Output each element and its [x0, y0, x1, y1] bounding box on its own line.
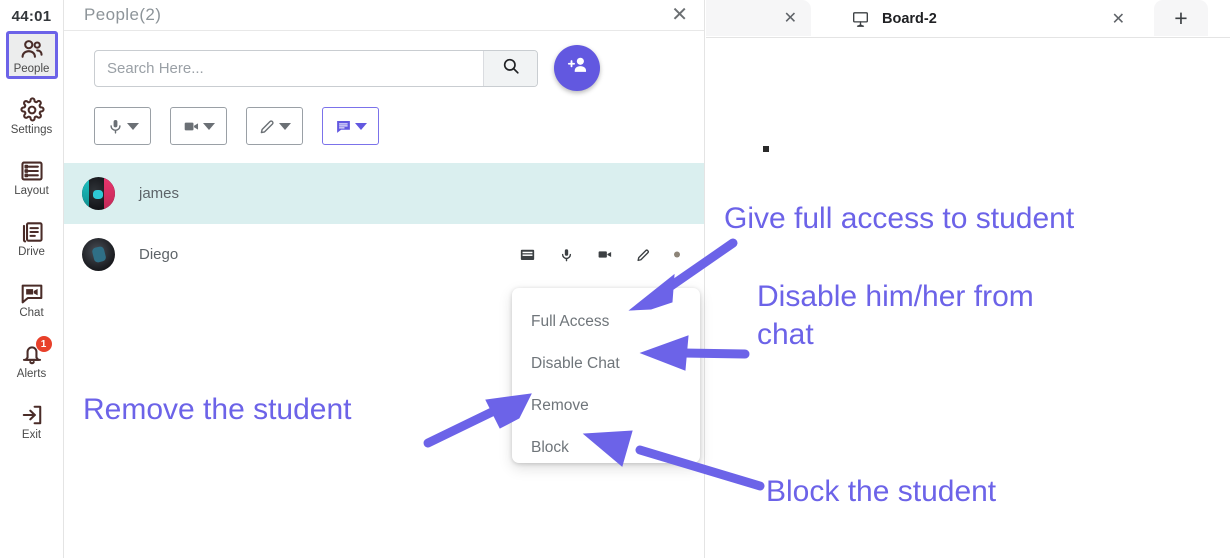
- video-camera-icon[interactable]: [597, 247, 613, 263]
- sidebar-item-label: Settings: [10, 124, 53, 136]
- chat-tool[interactable]: [322, 107, 379, 145]
- chevron-down-icon[interactable]: [354, 122, 367, 130]
- sidebar-item-exit[interactable]: Exit: [6, 397, 58, 445]
- sidebar-item-label: Alerts: [16, 368, 47, 380]
- close-icon[interactable]: ✕: [671, 5, 688, 25]
- people-panel: People(2) ✕ Search Here... james Diego: [64, 0, 705, 558]
- sidebar-item-label: Chat: [19, 307, 44, 319]
- video-tool[interactable]: [170, 107, 227, 145]
- menu-item-remove[interactable]: Remove: [512, 385, 700, 427]
- pencil-tool[interactable]: [246, 107, 303, 145]
- annotation-disable-chat: Disable him/her from chat: [757, 280, 1034, 352]
- sidebar-item-label: Exit: [21, 429, 42, 441]
- add-person-icon: [566, 54, 589, 82]
- app-root: 44:01 People Settings Layout Drive Chat …: [0, 0, 1230, 558]
- left-sidebar: 44:01 People Settings Layout Drive Chat …: [0, 0, 64, 558]
- sidebar-item-alerts[interactable]: 1 Alerts: [6, 336, 58, 384]
- annotation-remove-student: Remove the student: [83, 393, 352, 426]
- more-dot-icon[interactable]: [674, 251, 680, 258]
- board-tab-board-2[interactable]: Board-2 ✕: [837, 0, 1137, 38]
- menu-item-full-access[interactable]: Full Access: [512, 301, 700, 343]
- chat-bubble-icon: [335, 118, 352, 135]
- add-user-button[interactable]: [554, 45, 600, 91]
- new-board-tab-button[interactable]: +: [1154, 0, 1208, 36]
- chat-icon: [19, 280, 45, 306]
- avatar: [82, 177, 115, 210]
- search-row: [64, 31, 704, 91]
- participant-list: james Diego: [64, 163, 704, 285]
- drive-icon: [19, 219, 45, 245]
- video-camera-icon: [183, 118, 200, 135]
- board-icon: [851, 10, 870, 29]
- search-box[interactable]: [94, 49, 538, 87]
- people-icon: [19, 36, 45, 62]
- pencil-icon[interactable]: [636, 247, 651, 262]
- tab-bar-divider: [706, 37, 1230, 38]
- menu-item-disable-chat[interactable]: Disable Chat: [512, 343, 700, 385]
- chevron-down-icon[interactable]: [202, 122, 215, 130]
- microphone-tool[interactable]: [94, 107, 151, 145]
- gear-icon: [19, 97, 45, 123]
- exit-icon: [19, 402, 45, 428]
- people-panel-header: People(2) ✕: [64, 0, 704, 31]
- canvas-mark: [763, 146, 769, 152]
- participant-name: james: [139, 185, 180, 202]
- menu-item-block[interactable]: Block: [512, 427, 700, 469]
- search-button[interactable]: [483, 50, 537, 86]
- participant-name: Diego: [139, 246, 179, 263]
- board-tab-bar: ✕ Board-2 ✕ +: [706, 0, 1230, 38]
- chevron-down-icon[interactable]: [278, 122, 291, 130]
- microphone-icon[interactable]: [559, 247, 574, 262]
- sidebar-item-label: People: [13, 63, 50, 75]
- search-input[interactable]: [95, 50, 483, 86]
- table-row[interactable]: Diego: [64, 224, 704, 285]
- sidebar-item-settings[interactable]: Settings: [6, 92, 58, 140]
- sidebar-item-label: Layout: [14, 185, 49, 197]
- close-icon[interactable]: ✕: [1112, 9, 1125, 29]
- sidebar-item-drive[interactable]: Drive: [6, 214, 58, 262]
- sidebar-item-people[interactable]: People: [5, 31, 58, 79]
- sidebar-item-chat[interactable]: Chat: [6, 275, 58, 323]
- search-icon: [501, 56, 521, 81]
- whiteboard-icon[interactable]: [519, 246, 536, 263]
- pencil-icon: [259, 118, 276, 135]
- table-row[interactable]: james: [64, 163, 704, 224]
- chevron-down-icon[interactable]: [126, 122, 139, 130]
- layout-icon: [19, 158, 45, 184]
- alerts-badge: 1: [35, 336, 52, 352]
- board-tab-label: Board-2: [882, 11, 937, 27]
- microphone-icon: [107, 118, 124, 135]
- session-timer: 44:01: [11, 8, 52, 25]
- participant-row-actions: [519, 246, 680, 263]
- avatar: [82, 238, 115, 271]
- annotation-block-student: Block the student: [766, 475, 997, 508]
- board-tab-previous[interactable]: ✕: [706, 0, 811, 36]
- people-panel-title: People(2): [84, 5, 162, 24]
- participant-context-menu: Full Access Disable Chat Remove Block: [512, 288, 700, 463]
- close-icon[interactable]: ✕: [784, 8, 797, 28]
- media-tools: [64, 91, 704, 145]
- sidebar-item-label: Drive: [18, 246, 45, 258]
- sidebar-item-layout[interactable]: Layout: [6, 153, 58, 201]
- annotation-give-full-access: Give full access to student: [724, 202, 1075, 235]
